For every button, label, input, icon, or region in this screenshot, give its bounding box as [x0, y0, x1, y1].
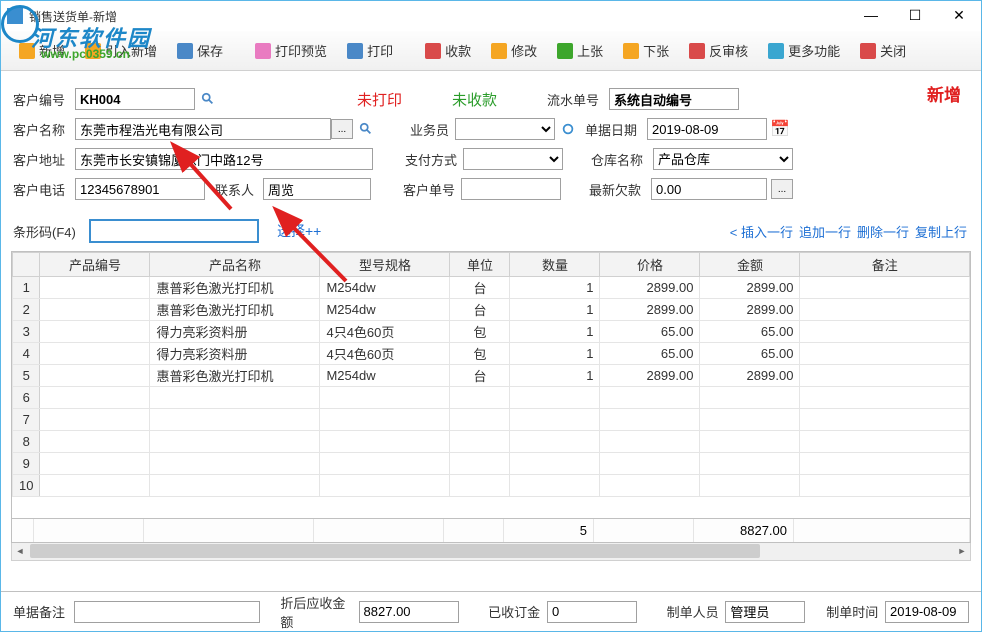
total-qty: 5 [504, 519, 594, 542]
print-preview-button[interactable]: 打印预览 [247, 37, 335, 64]
table-row[interactable]: 5 惠普彩色激光打印机 M254dw 台 1 2899.00 2899.00 [13, 365, 970, 387]
customer-code-input[interactable] [75, 88, 195, 110]
totals-row: 5 8827.00 [11, 519, 971, 543]
warehouse-select[interactable]: 产品仓库 [653, 148, 793, 170]
salesman-select[interactable] [455, 118, 555, 140]
delete-row-link[interactable]: 删除一行 [857, 222, 909, 241]
salesman-label: 业务员 [397, 120, 449, 139]
customer-addr-label: 客户地址 [13, 150, 75, 169]
next-button[interactable]: 下张 [615, 37, 677, 64]
col-qty[interactable]: 数量 [510, 253, 600, 277]
maker-input[interactable] [725, 601, 805, 623]
make-time-label: 制单时间 [826, 602, 879, 621]
table-row[interactable]: 2 惠普彩色激光打印机 M254dw 台 1 2899.00 2899.00 [13, 299, 970, 321]
barcode-label: 条形码(F4) [13, 222, 85, 241]
deposit-label: 已收订金 [488, 602, 541, 621]
main-toolbar: 新增 引入新增 保存 打印预览 打印 收款 修改 上张 下张 反审核 更多功能 … [1, 31, 981, 71]
make-time-input[interactable] [885, 601, 969, 623]
pay-select[interactable] [463, 148, 563, 170]
unaudit-button[interactable]: 反审核 [681, 37, 756, 64]
customer-name-label: 客户名称 [13, 120, 75, 139]
unprinted-status: 未打印 [357, 89, 402, 110]
warehouse-label: 仓库名称 [591, 150, 653, 169]
insert-row-link[interactable]: < 插入一行 [730, 222, 793, 241]
col-remark[interactable]: 备注 [800, 253, 970, 277]
discount-input[interactable] [359, 601, 459, 623]
save-button[interactable]: 保存 [169, 37, 231, 64]
remark-label: 单据备注 [13, 602, 68, 621]
new-button[interactable]: 新增 [11, 37, 73, 64]
table-row[interactable]: 6 [13, 387, 970, 409]
more-button[interactable]: 更多功能 [760, 37, 848, 64]
cust-order-input[interactable] [461, 178, 561, 200]
calendar-icon[interactable]: 📅 [771, 119, 789, 139]
col-spec[interactable]: 型号规格 [320, 253, 450, 277]
horizontal-scrollbar[interactable]: ◄ ► [11, 543, 971, 561]
window-titlebar: 销售送货单-新增 ― ☐ ✕ [1, 1, 981, 31]
receive-button[interactable]: 收款 [417, 37, 479, 64]
barcode-input[interactable] [89, 219, 259, 243]
table-row[interactable]: 4 得力亮彩资料册 4只4色60页 包 1 65.00 65.00 [13, 343, 970, 365]
cust-order-label: 客户单号 [395, 180, 455, 199]
maximize-button[interactable]: ☐ [893, 1, 937, 29]
customer-tel-input[interactable] [75, 178, 205, 200]
table-row[interactable]: 8 [13, 431, 970, 453]
minimize-button[interactable]: ― [849, 1, 893, 29]
customer-name-input[interactable] [75, 118, 331, 140]
table-row[interactable]: 1 惠普彩色激光打印机 M254dw 台 1 2899.00 2899.00 [13, 277, 970, 299]
prev-button[interactable]: 上张 [549, 37, 611, 64]
contact-input[interactable] [263, 178, 371, 200]
contact-label: 联系人 [215, 180, 263, 199]
unpaid-status: 未收款 [452, 89, 497, 110]
deposit-input[interactable] [547, 601, 637, 623]
pay-label: 支付方式 [397, 150, 457, 169]
latest-debt-input[interactable] [651, 178, 767, 200]
col-product-code[interactable]: 产品编号 [40, 253, 150, 277]
serial-input[interactable] [609, 88, 739, 110]
copy-row-link[interactable]: 复制上行 [915, 222, 967, 241]
row-operations: < 插入一行 追加一行 删除一行 复制上行 [730, 222, 967, 241]
customer-addr-input[interactable] [75, 148, 373, 170]
table-row[interactable]: 7 [13, 409, 970, 431]
col-amount[interactable]: 金额 [700, 253, 800, 277]
print-button[interactable]: 打印 [339, 37, 401, 64]
select-link[interactable]: 选择++ [277, 221, 321, 241]
date-input[interactable] [647, 118, 767, 140]
col-price[interactable]: 价格 [600, 253, 700, 277]
customer-tel-label: 客户电话 [13, 180, 75, 199]
customer-code-label: 客户编号 [13, 90, 75, 109]
import-new-button[interactable]: 引入新增 [77, 37, 165, 64]
table-row[interactable]: 9 [13, 453, 970, 475]
app-icon [7, 8, 23, 24]
detail-grid[interactable]: 产品编号 产品名称 型号规格 单位 数量 价格 金额 备注 1 惠普彩色激光打印… [11, 251, 971, 519]
discount-label: 折后应收金额 [280, 593, 352, 631]
latest-debt-browse-button[interactable]: ... [771, 179, 793, 199]
maker-label: 制单人员 [667, 602, 720, 621]
table-row[interactable]: 10 [13, 475, 970, 497]
append-row-link[interactable]: 追加一行 [799, 222, 851, 241]
col-unit[interactable]: 单位 [450, 253, 510, 277]
mode-badge: 新增 [927, 81, 961, 106]
modify-button[interactable]: 修改 [483, 37, 545, 64]
customer-code-lookup-icon[interactable] [199, 89, 217, 109]
serial-label: 流水单号 [547, 90, 609, 109]
date-label: 单据日期 [585, 120, 647, 139]
window-title: 销售送货单-新增 [29, 8, 117, 25]
remark-input[interactable] [74, 601, 260, 623]
footer-bar: 单据备注 折后应收金额 已收订金 制单人员 制单时间 [1, 591, 981, 631]
customer-name-lookup-icon[interactable] [357, 119, 375, 139]
window-close-button[interactable]: ✕ [937, 1, 981, 29]
close-button[interactable]: 关闭 [852, 37, 914, 64]
table-row[interactable]: 3 得力亮彩资料册 4只4色60页 包 1 65.00 65.00 [13, 321, 970, 343]
customer-name-browse-button[interactable]: ... [331, 119, 353, 139]
salesman-refresh-icon[interactable] [559, 119, 577, 139]
col-product-name[interactable]: 产品名称 [150, 253, 320, 277]
latest-debt-label: 最新欠款 [589, 180, 651, 199]
barcode-row: 条形码(F4) 选择++ < 插入一行 追加一行 删除一行 复制上行 [1, 215, 981, 247]
total-amount: 8827.00 [694, 519, 794, 542]
header-form: 新增 客户编号 未打印 未收款 流水单号 客户名称 ... 业务员 单据日期 📅… [1, 71, 981, 215]
